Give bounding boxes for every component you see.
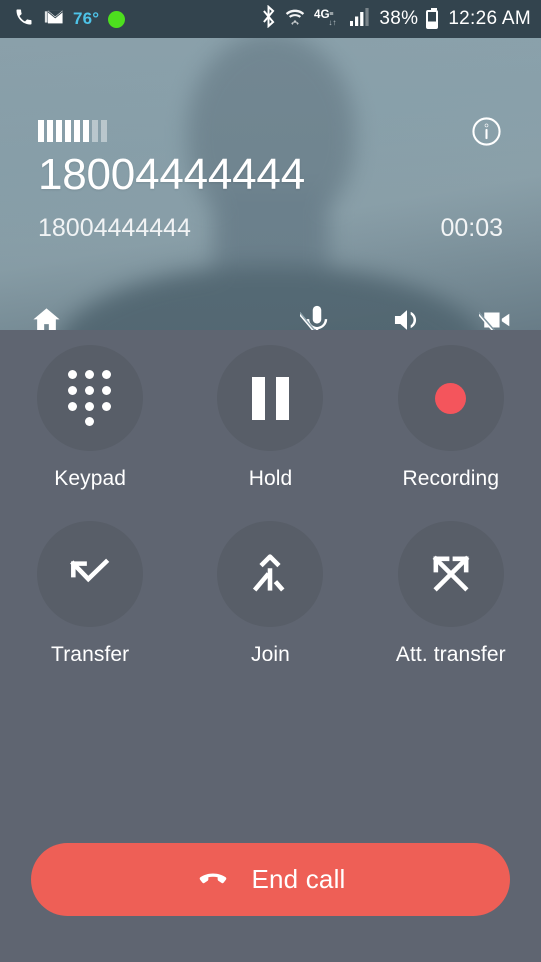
action-label: Hold bbox=[248, 467, 293, 490]
action-att-transfer[interactable]: Att. transfer bbox=[361, 521, 541, 667]
clock-label: 12:26 AM bbox=[448, 8, 531, 29]
speaker-icon[interactable] bbox=[377, 290, 437, 330]
mail-icon bbox=[43, 7, 64, 31]
call-merge-icon bbox=[253, 554, 285, 592]
hold-button[interactable] bbox=[217, 345, 324, 451]
bluetooth-icon bbox=[261, 4, 276, 33]
video-off-icon[interactable] bbox=[467, 290, 527, 330]
call-quality-bars-icon bbox=[38, 120, 107, 142]
mic-muted-icon[interactable] bbox=[287, 290, 347, 330]
record-icon bbox=[435, 382, 467, 414]
caller-sub-number: 18004444444 bbox=[38, 214, 191, 242]
end-call-label: End call bbox=[251, 864, 346, 894]
action-label: Join bbox=[251, 643, 290, 666]
action-transfer[interactable]: Transfer bbox=[0, 521, 180, 667]
action-label: Att. transfer bbox=[395, 643, 506, 666]
network-4glte-icon: 4G ≡ ↓↑ bbox=[314, 6, 341, 33]
end-call-button[interactable]: End call bbox=[31, 843, 510, 916]
battery-icon bbox=[426, 7, 439, 29]
status-bar-right: 4G ≡ ↓↑ 38% 12:26 AM bbox=[261, 4, 531, 33]
action-label: Keypad bbox=[54, 467, 127, 490]
call-actions-grid: Keypad Hold Recording Transfer Join Att.… bbox=[0, 345, 541, 667]
wifi-icon bbox=[284, 6, 306, 33]
home-icon[interactable] bbox=[16, 290, 76, 330]
action-hold[interactable]: Hold bbox=[180, 345, 360, 491]
join-button[interactable] bbox=[217, 521, 324, 627]
recording-button[interactable] bbox=[397, 345, 504, 451]
action-recording[interactable]: Recording bbox=[361, 345, 541, 491]
transfer-button[interactable] bbox=[37, 521, 144, 627]
status-dot-icon bbox=[108, 10, 126, 28]
battery-percent-label: 38% bbox=[379, 8, 419, 29]
action-label: Recording bbox=[402, 467, 500, 490]
action-join[interactable]: Join bbox=[180, 521, 360, 667]
caller-number: 18004444444 bbox=[38, 150, 305, 199]
phone-icon bbox=[14, 7, 34, 32]
attended-transfer-icon bbox=[432, 555, 470, 592]
call-header: 18004444444 18004444444 00:03 bbox=[0, 38, 541, 330]
status-bar-left: 76° bbox=[14, 7, 126, 32]
keypad-button[interactable] bbox=[37, 345, 144, 451]
svg-text:4G: 4G bbox=[314, 7, 330, 20]
call-duration: 00:03 bbox=[440, 214, 503, 242]
action-label: Transfer bbox=[51, 643, 130, 666]
action-keypad[interactable]: Keypad bbox=[0, 345, 180, 491]
status-bar: 76° 4G ≡ ↓↑ 38% 12:26 AM bbox=[0, 0, 541, 38]
phone-hangup-icon bbox=[195, 860, 231, 899]
svg-text:≡: ≡ bbox=[330, 9, 334, 18]
call-transfer-icon bbox=[70, 558, 110, 583]
svg-text:↓↑: ↓↑ bbox=[329, 18, 337, 27]
header-controls bbox=[0, 290, 541, 330]
att-transfer-button[interactable] bbox=[397, 521, 504, 627]
temperature-label: 76° bbox=[73, 9, 100, 28]
cell-signal-icon bbox=[349, 7, 371, 32]
keypad-icon bbox=[68, 370, 112, 426]
pause-icon bbox=[251, 376, 289, 420]
info-icon[interactable] bbox=[470, 115, 503, 148]
